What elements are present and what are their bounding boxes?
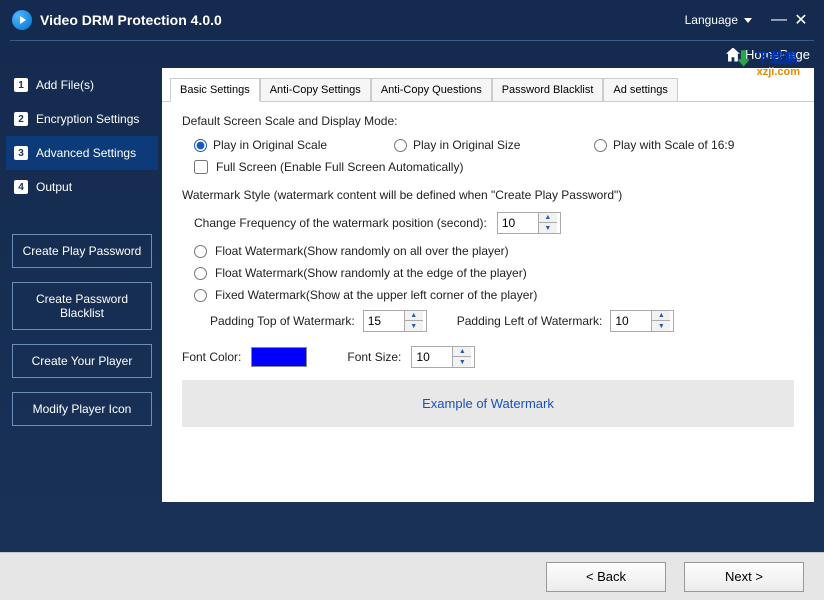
radio-original-size[interactable]: Play in Original Size	[394, 138, 594, 152]
main-panel: 下载集 xzji.com Basic Settings Anti-Copy Se…	[162, 68, 814, 502]
language-selector[interactable]: Language	[685, 13, 738, 27]
tab-anti-copy-settings[interactable]: Anti-Copy Settings	[260, 78, 371, 101]
pad-top-spinner[interactable]: ▲▼	[363, 310, 427, 332]
step-label: Output	[36, 180, 72, 194]
pad-left-label: Padding Left of Watermark:	[457, 314, 603, 328]
step-number: 2	[14, 112, 28, 126]
settings-tabs: Basic Settings Anti-Copy Settings Anti-C…	[162, 68, 814, 102]
watermark-example: Example of Watermark	[182, 380, 794, 427]
spin-up-icon[interactable]: ▲	[652, 311, 670, 321]
back-button[interactable]: < Back	[546, 562, 666, 592]
radio-original-scale-input[interactable]	[194, 139, 207, 152]
radio-float-edge[interactable]	[194, 267, 207, 280]
spin-up-icon[interactable]: ▲	[405, 311, 423, 321]
tab-ad-settings[interactable]: Ad settings	[603, 78, 677, 101]
step-number: 1	[14, 78, 28, 92]
step-number: 4	[14, 180, 28, 194]
footer: < Back Next >	[0, 552, 824, 600]
radio-original-scale[interactable]: Play in Original Scale	[194, 138, 394, 152]
font-size-input[interactable]	[412, 347, 452, 367]
sidebar: 1 Add File(s) 2 Encryption Settings 3 Ad…	[6, 68, 158, 502]
freq-label: Change Frequency of the watermark positi…	[194, 216, 487, 230]
spin-down-icon[interactable]: ▼	[539, 223, 557, 233]
app-title: Video DRM Protection 4.0.0	[40, 12, 222, 28]
pad-top-label: Padding Top of Watermark:	[210, 314, 355, 328]
font-size-label: Font Size:	[347, 350, 401, 364]
tab-basic-settings[interactable]: Basic Settings	[170, 78, 260, 102]
font-color-label: Font Color:	[182, 350, 241, 364]
radio-scale-169-input[interactable]	[594, 139, 607, 152]
step-output[interactable]: 4 Output	[6, 170, 158, 204]
spin-up-icon[interactable]: ▲	[539, 213, 557, 223]
spin-down-icon[interactable]: ▼	[405, 321, 423, 331]
radio-fixed-upperleft[interactable]	[194, 289, 207, 302]
homepage-link[interactable]: HomePage	[726, 47, 810, 62]
step-add-files[interactable]: 1 Add File(s)	[6, 68, 158, 102]
home-icon	[726, 48, 740, 62]
fullscreen-checkbox[interactable]	[194, 160, 208, 174]
spin-down-icon[interactable]: ▼	[453, 357, 471, 367]
radio-scale-169[interactable]: Play with Scale of 16:9	[594, 138, 794, 152]
font-color-swatch[interactable]	[251, 347, 307, 367]
create-play-password-button[interactable]: Create Play Password	[12, 234, 152, 268]
step-advanced-settings[interactable]: 3 Advanced Settings	[6, 136, 158, 170]
watermark-heading: Watermark Style (watermark content will …	[182, 188, 794, 202]
app-icon	[12, 10, 32, 30]
font-size-spinner[interactable]: ▲▼	[411, 346, 475, 368]
step-encryption-settings[interactable]: 2 Encryption Settings	[6, 102, 158, 136]
pad-top-input[interactable]	[364, 311, 404, 331]
minimize-button[interactable]: —	[768, 9, 790, 31]
freq-spinner[interactable]: ▲▼	[497, 212, 561, 234]
create-password-blacklist-button[interactable]: Create Password Blacklist	[12, 282, 152, 330]
create-your-player-button[interactable]: Create Your Player	[12, 344, 152, 378]
tab-password-blacklist[interactable]: Password Blacklist	[492, 78, 604, 101]
pad-left-input[interactable]	[611, 311, 651, 331]
fullscreen-label: Full Screen (Enable Full Screen Automati…	[216, 160, 463, 174]
step-label: Add File(s)	[36, 78, 94, 92]
spin-down-icon[interactable]: ▼	[652, 321, 670, 331]
step-label: Encryption Settings	[36, 112, 139, 126]
pad-left-spinner[interactable]: ▲▼	[610, 310, 674, 332]
step-number: 3	[14, 146, 28, 160]
modify-player-icon-button[interactable]: Modify Player Icon	[12, 392, 152, 426]
spin-up-icon[interactable]: ▲	[453, 347, 471, 357]
close-button[interactable]: ✕	[790, 9, 812, 31]
step-label: Advanced Settings	[36, 146, 136, 160]
next-button[interactable]: Next >	[684, 562, 804, 592]
freq-input[interactable]	[498, 213, 538, 233]
language-dropdown-icon[interactable]	[744, 18, 752, 23]
tab-anti-copy-questions[interactable]: Anti-Copy Questions	[371, 78, 492, 101]
radio-float-allover[interactable]	[194, 245, 207, 258]
homepage-label: HomePage	[745, 47, 810, 62]
screen-scale-heading: Default Screen Scale and Display Mode:	[182, 114, 794, 128]
radio-original-size-input[interactable]	[394, 139, 407, 152]
